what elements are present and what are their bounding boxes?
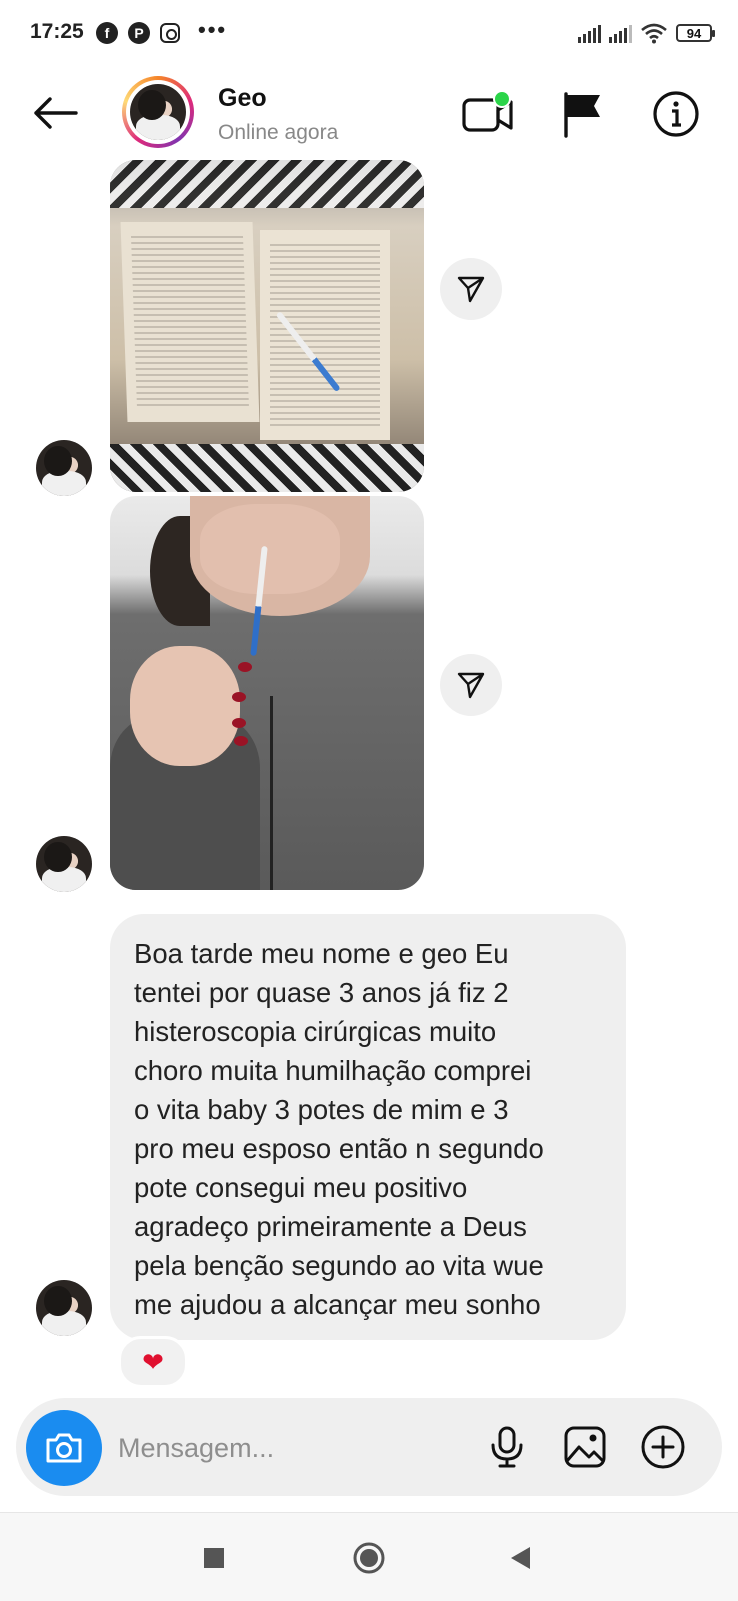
sender-avatar[interactable]	[36, 1280, 92, 1336]
avatar	[130, 84, 186, 140]
contact-name[interactable]: Geo	[218, 84, 267, 113]
microphone-icon	[491, 1426, 523, 1468]
paper-plane-icon	[457, 672, 485, 699]
voice-message-button[interactable]	[478, 1418, 536, 1476]
paper-plane-icon	[457, 276, 485, 303]
instagram-icon	[160, 23, 180, 43]
video-camera-icon	[462, 90, 513, 132]
heart-reaction[interactable]: ❤	[118, 1336, 188, 1388]
report-button[interactable]	[554, 86, 610, 142]
shared-photo-test[interactable]	[110, 496, 424, 890]
more-options-button[interactable]	[634, 1418, 692, 1476]
image-icon	[564, 1426, 606, 1468]
gallery-button[interactable]	[556, 1418, 614, 1476]
message-input[interactable]	[118, 1430, 458, 1466]
camera-icon	[46, 1433, 82, 1463]
more-notifications-icon: •••	[198, 17, 228, 42]
video-call-button[interactable]	[460, 86, 516, 142]
flag-icon	[564, 92, 600, 138]
pinterest-icon: P	[128, 22, 150, 44]
home-button[interactable]	[345, 1534, 393, 1582]
square-icon	[204, 1548, 224, 1568]
arrow-left-icon	[34, 97, 78, 129]
shared-photo-bible[interactable]	[110, 160, 424, 492]
system-status: 94	[578, 22, 715, 44]
back-button[interactable]	[28, 86, 82, 140]
message-bubble[interactable]: Boa tarde meu nome e geo Eu tentei por q…	[110, 914, 626, 1340]
recent-apps-button[interactable]	[190, 1534, 238, 1582]
share-button[interactable]	[440, 654, 502, 716]
header-avatar[interactable]	[122, 76, 194, 148]
sender-avatar[interactable]	[36, 836, 92, 892]
sender-avatar[interactable]	[36, 440, 92, 496]
info-icon	[653, 91, 699, 137]
camera-button[interactable]	[26, 1410, 102, 1486]
wifi-icon	[641, 23, 667, 44]
notification-icons: f P •••	[96, 17, 227, 44]
online-status: Online agora	[218, 121, 339, 144]
plus-circle-icon	[641, 1425, 685, 1469]
system-back-button[interactable]	[496, 1534, 544, 1582]
home-circle-icon	[353, 1542, 385, 1574]
status-time: 17:25	[30, 20, 84, 43]
battery-indicator: 94	[676, 24, 715, 42]
message-text: Boa tarde meu nome e geo Eu tentei por q…	[134, 938, 544, 1320]
signal-icon-secondary	[609, 23, 632, 43]
share-button[interactable]	[440, 258, 502, 320]
facebook-icon: f	[96, 22, 118, 44]
signal-icon	[578, 23, 601, 43]
triangle-back-icon	[511, 1547, 530, 1569]
info-button[interactable]	[648, 86, 704, 142]
